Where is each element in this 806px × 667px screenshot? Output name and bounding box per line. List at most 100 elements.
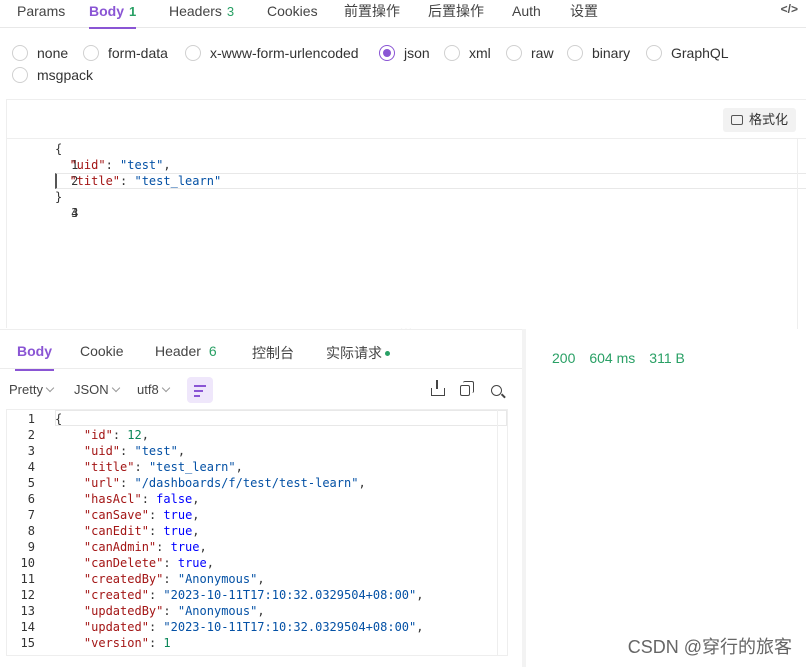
active-line-highlight	[55, 410, 507, 426]
radio-graphql[interactable]: GraphQL	[646, 43, 729, 63]
response-body-viewer[interactable]: 1{2 "id": 12, 3 "uid": "test", 4 "title": …	[6, 409, 508, 656]
json-key: "canDelete"	[83, 556, 164, 570]
json-key: "updated"	[83, 620, 149, 634]
code-line: 4 }	[7, 189, 806, 220]
tab-cookies[interactable]: Cookies	[267, 0, 318, 28]
tab-body[interactable]: Body 1	[89, 0, 137, 29]
code-view-icon[interactable]: </>	[781, 2, 798, 16]
json-value: "Anonymous"	[177, 604, 258, 618]
response-size: 311 B	[649, 350, 685, 366]
code-line: 2 "uid": "test",	[7, 157, 806, 188]
wrap-icon	[194, 385, 206, 387]
response-tab-cookie[interactable]: Cookie	[80, 343, 124, 359]
line-number: 6	[27, 492, 35, 506]
json-key: "created"	[83, 588, 149, 602]
line-number: 14	[20, 620, 35, 634]
request-tabs: Params Body 1 Headers 3 Cookies 前置操作 后置操作 …	[0, 0, 806, 29]
code-line: 12 "created": "2023-10-11T17:10:32.03295…	[7, 587, 424, 603]
radio-circle-icon	[12, 67, 28, 83]
code-token: {	[55, 412, 63, 426]
tab-headers[interactable]: Headers 3	[169, 0, 234, 28]
tab-params[interactable]: Params	[17, 0, 65, 28]
radio-xml[interactable]: xml	[444, 43, 491, 63]
format-button[interactable]: 格式化	[722, 108, 796, 132]
json-value: "test"	[134, 444, 178, 458]
json-key: "updatedBy"	[83, 604, 164, 618]
code-line: 1 {	[7, 141, 806, 172]
radio-raw[interactable]: raw	[506, 43, 554, 63]
response-tab-header[interactable]: Header 6	[155, 343, 217, 359]
code-line: 6 "hasAcl": false,	[7, 491, 200, 507]
response-tabs: Body Cookie Header 6 控制台 实际请求	[0, 329, 522, 371]
tab-label: Body	[89, 3, 124, 19]
json-key: "title"	[69, 174, 121, 188]
code-line: 10 "canDelete": true,	[7, 555, 214, 571]
radio-label: x-www-form-urlencoded	[210, 45, 359, 61]
select-value: JSON	[74, 382, 109, 397]
copy-icon[interactable]	[460, 381, 474, 396]
panel-divider[interactable]	[522, 329, 526, 667]
line-number: 7	[27, 508, 35, 522]
response-tab-actual-request[interactable]: 实际请求	[326, 343, 390, 363]
tab-pre-operations[interactable]: 前置操作	[344, 0, 400, 28]
download-icon[interactable]	[431, 380, 445, 396]
json-value: true	[163, 524, 193, 538]
code-line: 4 "title": "test_learn",	[7, 459, 243, 475]
word-wrap-button[interactable]	[187, 377, 213, 403]
json-value: true	[170, 540, 200, 554]
json-key: "title"	[83, 460, 135, 474]
radio-none[interactable]: none	[12, 43, 68, 63]
line-number: 5	[27, 476, 35, 490]
tab-label: Cookies	[267, 3, 318, 19]
code-line: 5 "url": "/dashboards/f/test/test-learn"…	[7, 475, 366, 491]
encoding-select[interactable]: utf8	[137, 382, 170, 397]
radio-json[interactable]: json	[379, 43, 430, 63]
tab-label: Body	[17, 343, 52, 359]
tab-post-operations[interactable]: 后置操作	[428, 0, 484, 28]
json-value: "2023-10-11T17:10:32.0329504+08:00"	[163, 588, 417, 602]
line-number: 15	[20, 636, 35, 650]
tab-auth[interactable]: Auth	[512, 0, 541, 28]
json-key: "canEdit"	[83, 524, 149, 538]
format-select[interactable]: JSON	[74, 382, 120, 397]
tab-count-badge: 3	[226, 4, 235, 19]
radio-x-www-form-urlencoded[interactable]: x-www-form-urlencoded	[185, 43, 359, 63]
json-key: "uid"	[69, 158, 106, 172]
radio-label: form-data	[108, 45, 168, 61]
search-icon[interactable]	[491, 385, 502, 396]
response-tab-console[interactable]: 控制台	[252, 343, 294, 363]
status-dot-icon	[385, 351, 390, 356]
tab-label: 控制台	[252, 345, 294, 361]
watermark: CSDN @穿行的旅客	[627, 637, 792, 657]
json-key: "canAdmin"	[83, 540, 157, 554]
radio-form-data[interactable]: form-data	[83, 43, 168, 63]
code-token: }	[55, 190, 63, 204]
response-time: 604 ms	[589, 350, 636, 366]
scrollbar[interactable]	[497, 410, 507, 655]
code-line: 3 "uid": "test",	[7, 443, 185, 459]
response-tab-body[interactable]: Body	[15, 343, 54, 371]
code-line: 9 "canAdmin": true,	[7, 539, 207, 555]
radio-circle-icon	[646, 45, 662, 61]
json-value: 1	[163, 636, 171, 650]
tab-label: 实际请求	[326, 345, 382, 361]
json-key: "hasAcl"	[83, 492, 142, 506]
radio-circle-icon	[506, 45, 522, 61]
json-value: true	[177, 556, 207, 570]
tab-label: Headers	[169, 3, 222, 19]
radio-circle-icon	[12, 45, 28, 61]
status-code: 200	[552, 350, 576, 366]
response-status: 200 604 ms 311 B	[552, 350, 699, 366]
radio-label: none	[37, 45, 69, 61]
pretty-select[interactable]: Pretty	[9, 382, 55, 397]
tab-label: 后置操作	[428, 3, 484, 19]
tab-settings[interactable]: 设置	[570, 0, 598, 28]
format-icon	[730, 115, 743, 125]
radio-msgpack[interactable]: msgpack	[12, 65, 93, 85]
line-number: 13	[20, 604, 35, 618]
radio-binary[interactable]: binary	[567, 43, 630, 63]
code-line: 8 "canEdit": true,	[7, 523, 200, 539]
json-value: true	[163, 508, 193, 522]
scrollbar[interactable]	[797, 139, 806, 329]
code-editor[interactable]: 1 { 2 "uid": "test", 3 "title": "test_le…	[7, 138, 806, 329]
